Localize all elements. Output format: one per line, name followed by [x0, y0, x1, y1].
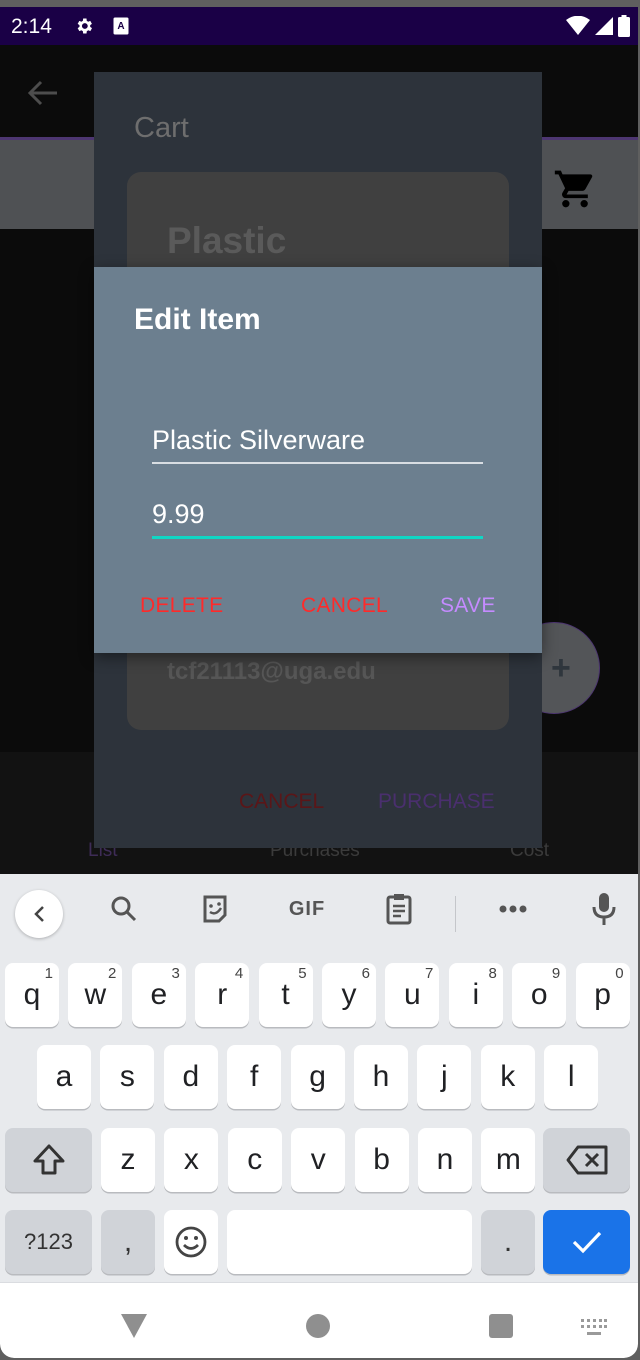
a-notification-icon: A: [113, 17, 129, 35]
key-q[interactable]: q1: [5, 963, 59, 1027]
shopping-cart-icon[interactable]: [552, 167, 598, 211]
key-number-hint: 1: [44, 965, 53, 982]
status-bar: 2:14 A: [0, 7, 638, 45]
key-label: i: [472, 978, 480, 1011]
key-label: o: [530, 978, 548, 1011]
enter-done-key[interactable]: [543, 1210, 630, 1274]
svg-text:A: A: [117, 21, 124, 32]
phone-screen: 2:14 A + List Purchases Cost Cart Plasti…: [0, 7, 638, 1358]
key-i[interactable]: i8: [448, 963, 503, 1027]
wifi-icon: [566, 16, 590, 35]
key-e[interactable]: e3: [131, 963, 186, 1027]
key-o[interactable]: o9: [512, 963, 567, 1027]
key-j[interactable]: j: [417, 1045, 472, 1109]
shift-key[interactable]: [5, 1128, 92, 1192]
key-number-hint: 3: [171, 965, 180, 982]
status-right-icons: [566, 15, 630, 37]
space-key[interactable]: [227, 1210, 472, 1274]
gif-icon[interactable]: GIF: [286, 892, 328, 926]
key-u[interactable]: u7: [385, 963, 440, 1027]
battery-icon: [618, 15, 630, 37]
key-s[interactable]: s: [100, 1045, 155, 1109]
clipboard-icon[interactable]: [382, 892, 416, 926]
settings-gear-icon: [77, 18, 92, 34]
item-price-value: 9.99: [152, 499, 205, 529]
keyboard-switch-icon[interactable]: [580, 1318, 608, 1338]
cart-item-name: Plastic: [167, 220, 287, 261]
cart-cancel-button[interactable]: CANCEL: [239, 790, 324, 814]
gif-label: GIF: [288, 897, 326, 920]
key-label: q: [23, 978, 41, 1011]
key-t[interactable]: t5: [258, 963, 313, 1027]
key-g[interactable]: g: [290, 1045, 345, 1109]
key-z[interactable]: z: [101, 1128, 155, 1192]
cart-purchase-button[interactable]: PURCHASE: [378, 790, 495, 814]
key-w[interactable]: w2: [68, 963, 123, 1027]
symbols-key[interactable]: ?123: [5, 1210, 92, 1274]
key-label: p: [594, 978, 611, 1011]
key-v[interactable]: v: [291, 1128, 346, 1192]
key-label: e: [150, 978, 168, 1011]
key-k[interactable]: k: [480, 1045, 535, 1109]
search-icon[interactable]: [107, 892, 141, 926]
comma-key[interactable]: ,: [101, 1210, 155, 1274]
back-triangle-icon[interactable]: [120, 1313, 148, 1339]
toolbar-divider: [455, 896, 456, 932]
more-dots-icon[interactable]: [496, 892, 530, 926]
key-number-hint: 9: [551, 965, 561, 982]
cart-item-email: tcf21113@uga.edu: [167, 658, 376, 685]
soft-keyboard: GIF q1w2e3r4t5y6u7i8o9p0 asdfghjkl zxcvb…: [0, 874, 638, 1282]
key-b[interactable]: b: [354, 1128, 409, 1192]
sticker-icon[interactable]: [198, 892, 232, 926]
period-key[interactable]: .: [481, 1210, 535, 1274]
key-y[interactable]: y6: [322, 963, 376, 1027]
key-number-hint: 2: [108, 965, 117, 982]
key-f[interactable]: f: [227, 1045, 282, 1109]
edit-item-dialog: Edit Item Plastic Silverware 9.99 DELETE…: [94, 267, 542, 653]
key-p[interactable]: p0: [575, 963, 630, 1027]
arrow-back-icon[interactable]: [26, 78, 60, 108]
item-price-input[interactable]: 9.99: [152, 499, 483, 539]
save-button[interactable]: SAVE: [440, 594, 496, 618]
key-c[interactable]: c: [227, 1128, 282, 1192]
key-label: r: [217, 978, 228, 1011]
delete-button[interactable]: DELETE: [140, 594, 224, 618]
plus-icon: +: [551, 649, 571, 687]
key-number-hint: 7: [425, 965, 434, 982]
collapse-chevron-icon[interactable]: [15, 890, 63, 938]
key-label: t: [281, 978, 290, 1011]
item-name-value: Plastic Silverware: [152, 425, 366, 455]
key-x[interactable]: x: [164, 1128, 219, 1192]
cart-dialog-title: Cart: [134, 112, 189, 144]
key-number-hint: 0: [615, 965, 624, 982]
cell-signal-icon: [595, 17, 613, 35]
key-d[interactable]: d: [163, 1045, 218, 1109]
cancel-button[interactable]: CANCEL: [301, 594, 388, 618]
backspace-key[interactable]: [543, 1128, 630, 1192]
edit-dialog-title: Edit Item: [134, 303, 261, 336]
microphone-icon[interactable]: [587, 892, 621, 926]
key-a[interactable]: a: [37, 1045, 91, 1109]
recents-square-icon[interactable]: [488, 1313, 514, 1339]
key-h[interactable]: h: [354, 1045, 408, 1109]
item-name-input[interactable]: Plastic Silverware: [152, 425, 483, 464]
key-number-hint: 8: [488, 965, 497, 982]
system-navigation-bar: [0, 1282, 638, 1358]
key-number-hint: 5: [298, 965, 307, 982]
key-number-hint: 6: [361, 965, 370, 982]
key-l[interactable]: l: [544, 1045, 599, 1109]
key-label: y: [341, 978, 357, 1011]
emoji-key[interactable]: [164, 1210, 218, 1274]
key-n[interactable]: n: [418, 1128, 472, 1192]
key-label: w: [84, 978, 107, 1011]
keyboard-toolbar: GIF: [0, 874, 638, 944]
key-r[interactable]: r4: [195, 963, 250, 1027]
key-label: u: [404, 978, 421, 1011]
key-m[interactable]: m: [481, 1128, 536, 1192]
key-number-hint: 4: [234, 965, 244, 982]
status-time: 2:14: [11, 15, 52, 38]
home-circle-icon[interactable]: [305, 1313, 331, 1339]
